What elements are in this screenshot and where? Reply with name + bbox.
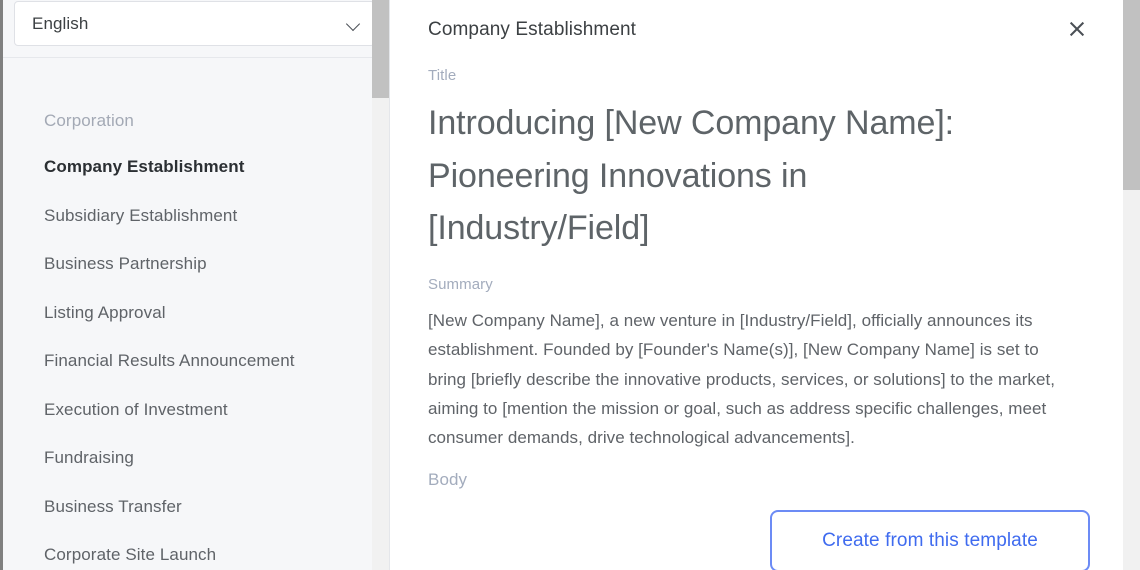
sidebar-item-subsidiary-establishment[interactable]: Subsidiary Establishment bbox=[0, 207, 389, 224]
language-select[interactable]: English bbox=[14, 1, 375, 46]
chevron-down-icon bbox=[346, 16, 362, 32]
window-edge-strip bbox=[0, 0, 3, 570]
sidebar-scrollbar-thumb[interactable] bbox=[372, 0, 389, 98]
panel-body: Title Introducing [New Company Name]: Pi… bbox=[390, 58, 1140, 570]
sidebar-item-corporate-site-launch[interactable]: Corporate Site Launch bbox=[0, 546, 389, 563]
sidebar-item-listing-approval[interactable]: Listing Approval bbox=[0, 304, 389, 321]
close-icon[interactable] bbox=[1060, 12, 1094, 46]
template-browser-window: English Corporation Company Establishmen… bbox=[0, 0, 1140, 570]
template-summary-text: [New Company Name], a new venture in [In… bbox=[428, 311, 1056, 447]
panel-scrollbar-thumb[interactable] bbox=[1123, 0, 1140, 190]
create-from-this-template-button[interactable]: Create from this template bbox=[770, 510, 1090, 570]
sidebar-item-financial-results-announcement[interactable]: Financial Results Announcement bbox=[0, 352, 389, 369]
nav-group-label-corporation: Corporation bbox=[44, 111, 134, 130]
title-field-label: Title bbox=[428, 67, 457, 84]
template-title-text: Introducing [New Company Name]: Pioneeri… bbox=[428, 104, 955, 248]
language-select-value: English bbox=[32, 14, 89, 33]
panel-header: Company Establishment bbox=[390, 0, 1140, 58]
body-field-label: Body bbox=[428, 470, 468, 490]
language-selector-row: English bbox=[0, 0, 389, 58]
template-category-list: Corporation Company Establishment Subsid… bbox=[0, 58, 389, 570]
sidebar-item-fundraising[interactable]: Fundraising bbox=[0, 449, 389, 466]
panel-title: Company Establishment bbox=[428, 18, 637, 40]
sidebar: English Corporation Company Establishmen… bbox=[0, 0, 389, 570]
summary-field-label: Summary bbox=[428, 276, 493, 294]
sidebar-item-company-establishment[interactable]: Company Establishment bbox=[0, 158, 389, 175]
sidebar-item-business-partnership[interactable]: Business Partnership bbox=[0, 255, 389, 272]
template-detail-panel: Company Establishment Title Introducing … bbox=[389, 0, 1140, 570]
sidebar-item-execution-of-investment[interactable]: Execution of Investment bbox=[0, 401, 389, 418]
sidebar-item-business-transfer[interactable]: Business Transfer bbox=[0, 498, 389, 515]
